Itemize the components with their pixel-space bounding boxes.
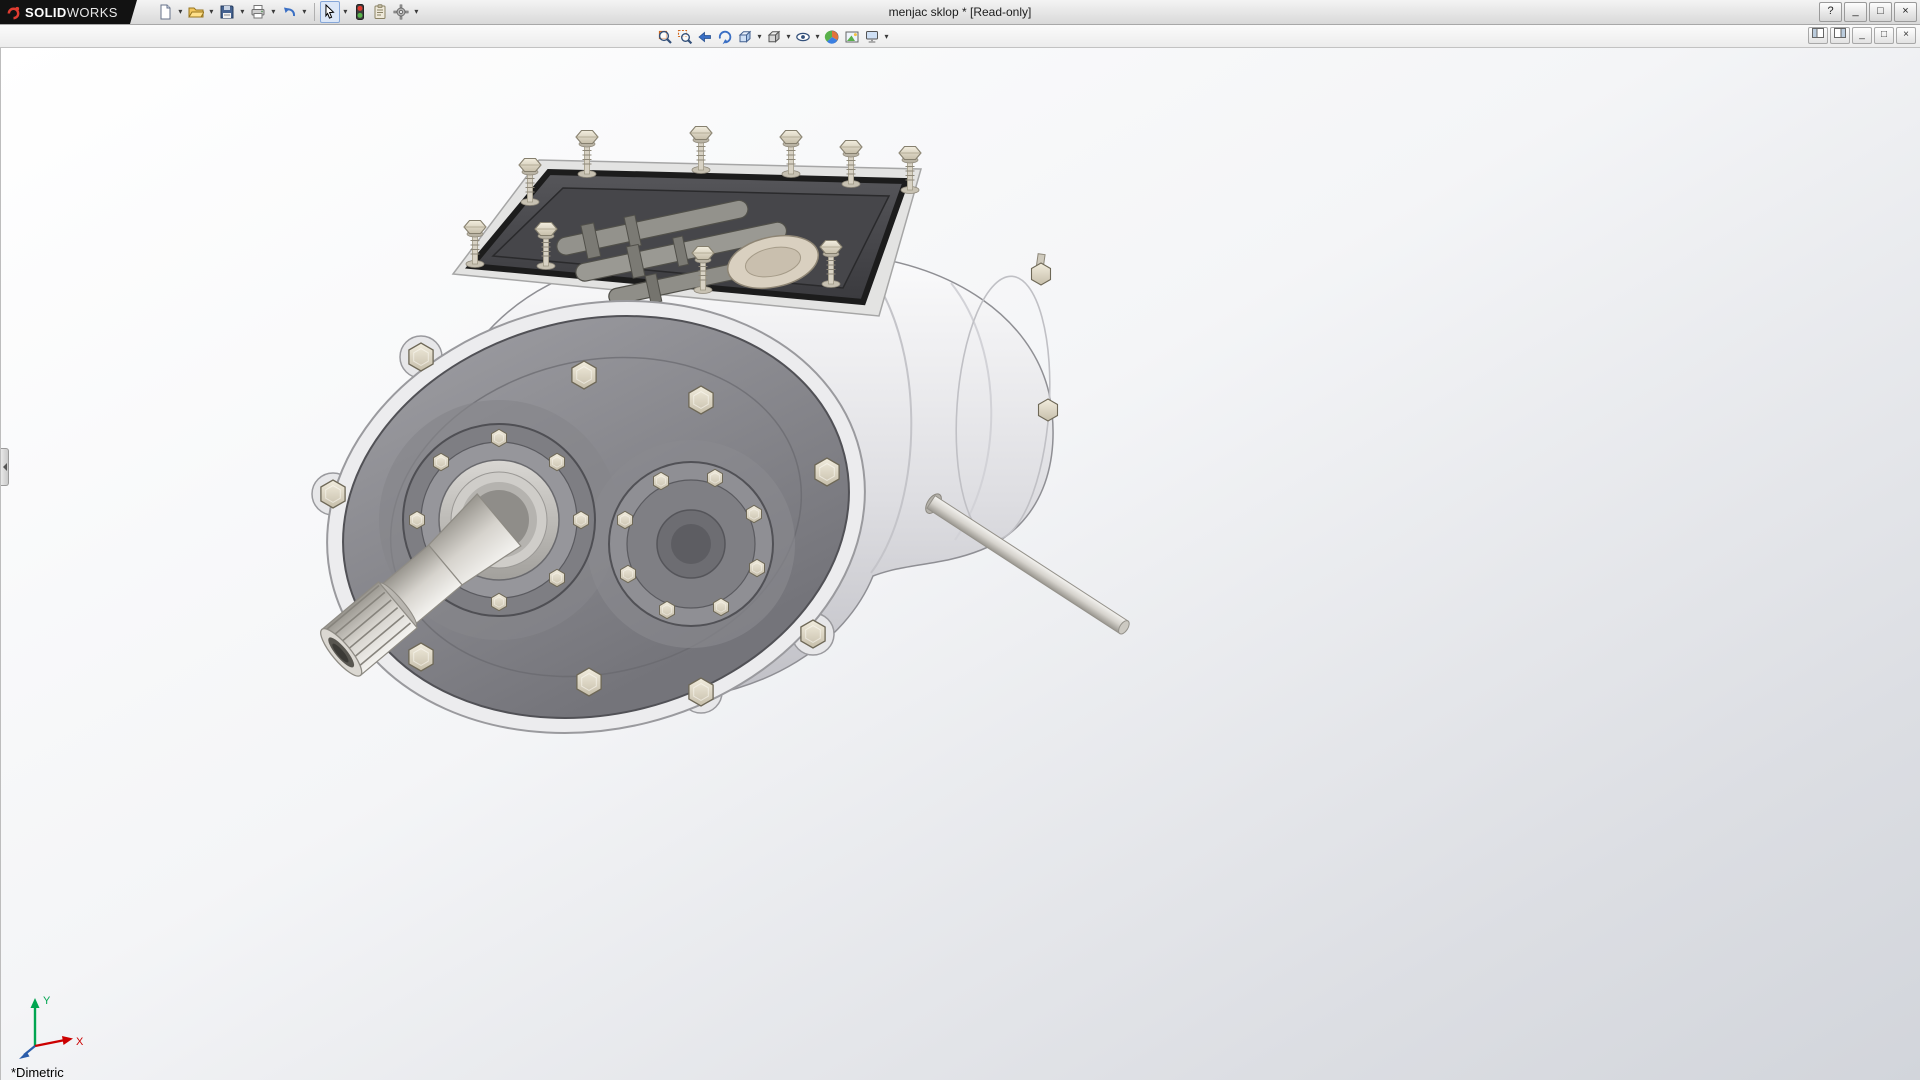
help-button[interactable]: ? xyxy=(1819,2,1842,22)
view-orientation-cube-icon xyxy=(738,30,752,43)
pane-left-button[interactable] xyxy=(1808,27,1828,44)
maximize-button[interactable]: □ xyxy=(1869,2,1892,22)
view-settings-monitor-icon xyxy=(866,31,878,43)
app-logo: SOLIDWORKS xyxy=(0,0,130,24)
drain-plug-icon xyxy=(1030,262,1052,286)
view-settings-button[interactable] xyxy=(862,26,882,48)
display-style-dropdown-arrow[interactable]: ▾ xyxy=(784,27,793,47)
hide-show-items-button[interactable] xyxy=(793,26,813,48)
hide-show-dropdown-arrow[interactable]: ▾ xyxy=(813,27,822,47)
new-button[interactable] xyxy=(155,1,175,23)
save-button[interactable] xyxy=(217,1,237,23)
app-brand: SOLIDWORKS xyxy=(25,5,118,20)
minimize-document-button[interactable]: _ xyxy=(1852,27,1872,44)
feature-properties-button[interactable] xyxy=(370,1,390,23)
reference-triad: Y X xyxy=(19,995,84,1059)
view-toolbar: ▾ ▾ ▾ ▾ xyxy=(655,26,891,48)
zoom-to-fit-icon xyxy=(658,30,672,44)
zoom-to-area-icon xyxy=(677,29,693,45)
new-document-icon xyxy=(160,4,171,20)
options-dropdown-arrow[interactable]: ▾ xyxy=(412,2,421,22)
select-dropdown-arrow[interactable]: ▾ xyxy=(341,2,350,22)
undo-button[interactable] xyxy=(279,1,299,23)
zoom-to-fit-button[interactable] xyxy=(655,26,675,48)
open-button[interactable] xyxy=(186,1,206,23)
view-orientation-button[interactable] xyxy=(735,26,755,48)
select-cursor-icon xyxy=(325,4,335,19)
graphics-area[interactable]: Y X *Dimetric xyxy=(0,48,1920,1080)
view-toolbar-row: ▾ ▾ ▾ ▾ _ □ × xyxy=(0,25,1920,48)
pane-right-button[interactable] xyxy=(1830,27,1850,44)
x-axis-label: X xyxy=(76,1036,84,1048)
previous-view-icon xyxy=(698,31,711,43)
display-style-cube-icon xyxy=(767,30,781,43)
save-dropdown-arrow[interactable]: ▾ xyxy=(238,2,247,22)
open-folder-icon xyxy=(187,7,204,18)
y-axis-label: Y xyxy=(43,995,51,1007)
minimize-button[interactable]: _ xyxy=(1844,2,1867,22)
pane-right-icon xyxy=(1834,28,1846,38)
open-dropdown-arrow[interactable]: ▾ xyxy=(207,2,216,22)
toolbar-separator xyxy=(313,3,315,21)
save-floppy-icon xyxy=(220,5,234,19)
undo-dropdown-arrow[interactable]: ▾ xyxy=(300,2,309,22)
side-plug-icon xyxy=(1037,398,1059,422)
splitter-arrow-icon xyxy=(2,463,7,471)
gearbox-model xyxy=(311,125,1130,734)
main-toolbar: ▾ ▾ ▾ ▾ ▾ ▾ ▾ xyxy=(155,1,421,23)
right-hub xyxy=(608,461,774,627)
select-button[interactable] xyxy=(319,1,340,23)
print-button[interactable] xyxy=(248,1,268,23)
view-orientation-name: *Dimetric xyxy=(11,1065,64,1080)
zoom-to-area-button[interactable] xyxy=(675,26,695,48)
clipboard-icon xyxy=(374,4,386,19)
brand-light: WORKS xyxy=(66,4,118,20)
scene-image-icon xyxy=(845,31,859,43)
new-dropdown-arrow[interactable]: ▾ xyxy=(176,2,185,22)
display-style-button[interactable] xyxy=(764,26,784,48)
rotate-view-button[interactable] xyxy=(715,26,735,48)
print-dropdown-arrow[interactable]: ▾ xyxy=(269,2,278,22)
edit-appearance-button[interactable] xyxy=(822,26,842,48)
appearance-ball-icon xyxy=(824,30,839,44)
options-button[interactable] xyxy=(391,1,411,23)
view-settings-dropdown-arrow[interactable]: ▾ xyxy=(882,27,891,47)
eye-icon xyxy=(796,32,810,42)
document-window-controls: _ □ × xyxy=(1808,27,1916,44)
panel-splitter-handle[interactable] xyxy=(1,448,9,486)
view-orientation-dropdown-arrow[interactable]: ▾ xyxy=(755,27,764,47)
solidworks-logo-icon xyxy=(7,6,20,19)
title-bar: SOLIDWORKS ▾ ▾ ▾ ▾ ▾ ▾ ▾ menjac sklop * … xyxy=(0,0,1920,25)
close-document-button[interactable]: × xyxy=(1896,27,1916,44)
status-light-button[interactable] xyxy=(351,1,369,23)
brand-bold: SOLID xyxy=(25,4,67,20)
pane-left-icon xyxy=(1812,28,1824,38)
close-button[interactable]: × xyxy=(1894,2,1917,22)
logo-notch xyxy=(129,0,137,24)
rotate-view-icon xyxy=(718,30,732,45)
apply-scene-button[interactable] xyxy=(842,26,862,48)
previous-view-button[interactable] xyxy=(695,26,715,48)
solidworks-window: SOLIDWORKS ▾ ▾ ▾ ▾ ▾ ▾ ▾ menjac sklop * … xyxy=(0,0,1920,1080)
printer-icon xyxy=(251,5,265,19)
window-controls: ? _ □ × xyxy=(1819,2,1917,22)
status-light-icon xyxy=(355,4,364,20)
undo-arrow-icon xyxy=(283,7,295,17)
gear-icon xyxy=(393,4,409,20)
restore-document-button[interactable]: □ xyxy=(1874,27,1894,44)
